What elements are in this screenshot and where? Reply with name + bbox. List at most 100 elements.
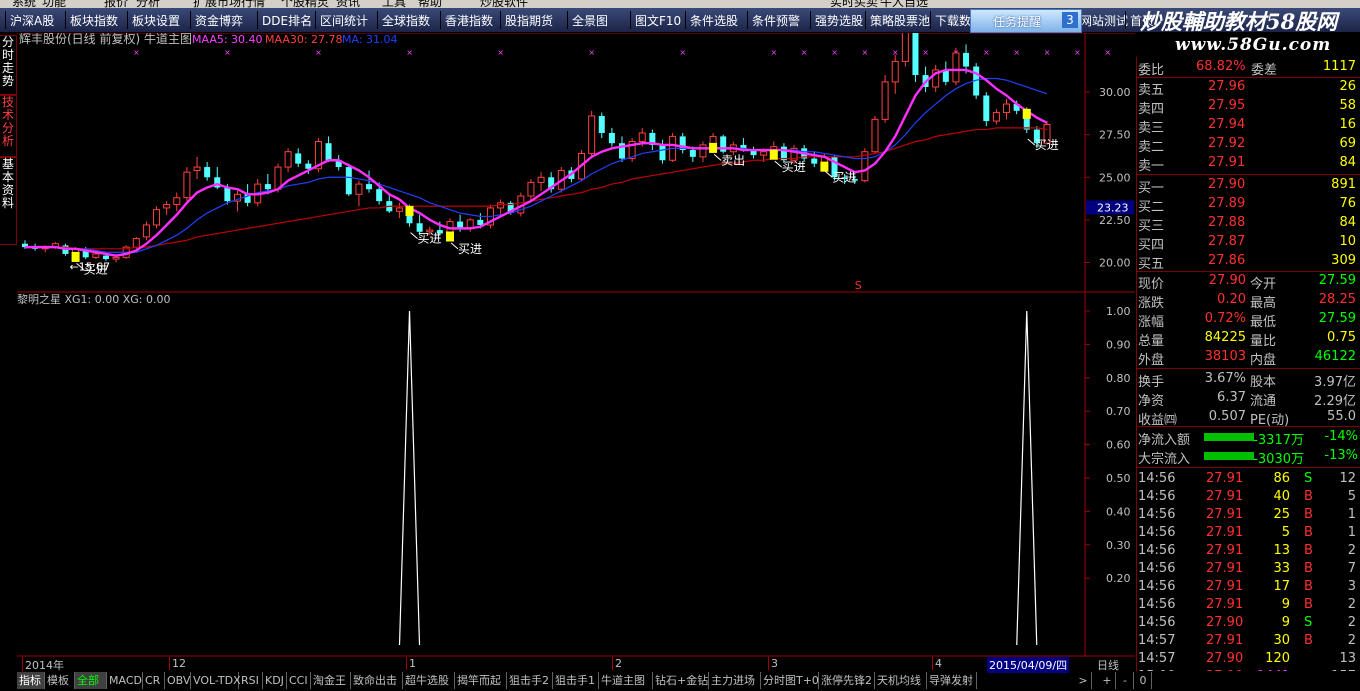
indicator-tab-22[interactable]: 导弹发射	[927, 672, 977, 689]
menu-item-1[interactable]: 功能	[42, 0, 66, 8]
toolbar-button-11[interactable]: 条件选股	[690, 12, 738, 29]
signal-marker	[1022, 108, 1031, 119]
toolbar-separator	[865, 11, 866, 29]
candle-body	[689, 150, 696, 157]
indicator-tab-14[interactable]: 狙击手2	[507, 672, 553, 689]
menu-item-10[interactable]: 实时买卖	[830, 0, 878, 8]
toolbar-button-7[interactable]: 香港指数	[445, 12, 493, 29]
candle-body	[345, 167, 352, 195]
signal-dot: ×	[1104, 48, 1111, 57]
indicator-tab-9[interactable]: CCI	[287, 672, 311, 689]
signal-label: 买进	[1035, 138, 1059, 152]
sell-level-volume: 58	[1339, 98, 1356, 113]
menu-item-3[interactable]: 分析	[136, 0, 160, 8]
tick-price: 27.91	[1206, 489, 1244, 504]
indicator-tab-18[interactable]: 主力进场	[709, 672, 761, 689]
left-tab-0[interactable]: 分时走势	[0, 35, 17, 95]
indicator-tab-11[interactable]: 致命出击	[351, 672, 403, 689]
indicator-tab-8[interactable]: KDJ	[263, 672, 287, 689]
signal-dot: ×	[679, 48, 686, 57]
menu-item-8[interactable]: 帮助	[418, 0, 442, 8]
tick-count: 5	[1347, 489, 1356, 504]
tick-row: 14:56 27.91 40 B 5	[1136, 489, 1360, 507]
left-tab-2[interactable]: 基本资料	[0, 157, 17, 245]
indicator-tab-10[interactable]: 淘金王	[311, 672, 351, 689]
sell-level-volume: 16	[1339, 117, 1356, 132]
weicha-value: 1117	[1322, 59, 1356, 74]
menu-item-11[interactable]: 牛人自选	[880, 0, 928, 8]
tick-time: 14:56	[1138, 471, 1176, 486]
date-axis-label: 2	[612, 657, 622, 670]
left-tab-1[interactable]: 技术分析	[0, 95, 17, 157]
toolbar-button-4[interactable]: DDE排名	[262, 12, 312, 29]
tick-count: 12	[1339, 471, 1356, 486]
toolbar-button-14[interactable]: 策略股票池	[870, 12, 930, 29]
toolbar-separator	[127, 11, 128, 29]
signal-arrow	[410, 232, 418, 240]
signal-label: 买进	[458, 242, 482, 256]
indicator-tab-15[interactable]: 狙击手1	[553, 672, 599, 689]
indicator-tab-21[interactable]: 天机均线	[875, 672, 927, 689]
toolbar-button-10[interactable]: 图文F10	[635, 12, 681, 29]
toolbar-button-13[interactable]: 强势选股	[815, 12, 863, 29]
indicator-tab-3[interactable]: MACD	[107, 672, 143, 689]
period-label[interactable]: 日线	[1097, 657, 1119, 673]
toolbar-button-16[interactable]: 网站测试	[1080, 12, 1128, 29]
stat-row: 净资 6.37 流通 2.29亿	[1136, 390, 1360, 409]
indicator-tab-12[interactable]: 超牛选股	[403, 672, 455, 689]
kline-chart[interactable]: 辉丰股份(日线 前复权) 牛道主图 MAA5: 30.40 MAA30: 27.78…	[17, 33, 1135, 657]
divider	[1136, 271, 1360, 272]
tick-row: 14:56 27.91 25 B 1	[1136, 507, 1360, 525]
menu-item-2[interactable]: 报价	[104, 0, 128, 8]
indicator-tab-20[interactable]: 涨停先锋2	[819, 672, 875, 689]
stat-label: 换手	[1138, 375, 1165, 390]
flow-percent: -14%	[1324, 429, 1358, 444]
menu-item-4[interactable]: 扩展市场行情	[193, 0, 265, 8]
tick-volume: 9	[1281, 597, 1290, 612]
indicator-tab-6[interactable]: VOL-TDX	[191, 672, 241, 689]
indicator-tab-13[interactable]: 揭竿而起	[455, 672, 507, 689]
indicator-tab-4[interactable]: CR	[143, 672, 165, 689]
nav-button-3[interactable]: 0	[1135, 672, 1152, 689]
indicator-tab-0[interactable]: 指标	[17, 672, 45, 689]
toolbar-button-6[interactable]: 全球指数	[382, 12, 430, 29]
signal-dot: ×	[315, 48, 322, 57]
indicator-tab-1[interactable]: 模板	[45, 672, 75, 689]
divider	[1136, 467, 1360, 468]
menu-item-9[interactable]: 炒股软件	[480, 0, 528, 8]
toolbar-button-5[interactable]: 区间统计	[320, 12, 368, 29]
toolbar-button-9[interactable]: 全景图	[572, 12, 608, 29]
nav-button-1[interactable]: +	[1099, 672, 1116, 689]
date-axis-label: 1	[406, 657, 416, 670]
menu-item-0[interactable]: 系统	[12, 0, 36, 8]
menu-item-7[interactable]: 工具	[382, 0, 406, 8]
toolbar-button-1[interactable]: 板块指数	[70, 12, 118, 29]
buy-level-label: 买三	[1138, 219, 1165, 234]
toolbar-button-12[interactable]: 条件预警	[752, 12, 800, 29]
menu-item-5[interactable]: 个股精灵	[281, 0, 329, 8]
indicator-tab-17[interactable]: 钻石+金钻	[653, 672, 709, 689]
price-tick-label: 27.50	[1099, 129, 1131, 142]
indicator-tab-7[interactable]: RSI	[239, 672, 263, 689]
nav-button-2[interactable]: -	[1117, 672, 1134, 689]
toolbar-button-8[interactable]: 股指期货	[505, 12, 553, 29]
tick-side: B	[1304, 633, 1313, 648]
candle-body	[376, 189, 383, 202]
candle-body	[163, 204, 171, 209]
indicator-tab-2[interactable]: 全部	[75, 672, 107, 689]
indicator-tab-16[interactable]: 牛道主图	[599, 672, 653, 689]
toolbar-button-3[interactable]: 资金博弈	[195, 12, 243, 29]
indicator-tab-19[interactable]: 分时图T+0	[761, 672, 819, 689]
chart-title: 辉丰股份(日线 前复权) 牛道主图	[19, 33, 192, 46]
candle-body	[142, 224, 150, 238]
tick-time: 14:56	[1138, 561, 1176, 576]
task-reminder-badge[interactable]: 任务提醒 3	[970, 9, 1082, 33]
indicator-tab-5[interactable]: OBV	[165, 672, 191, 689]
quote-panel: 委比 68.82% 委差 1117 卖五 27.96 26 卖四 27.95 58 卖三 27.94 1…	[1136, 57, 1360, 691]
menu-item-6[interactable]: 资讯	[336, 0, 360, 8]
nav-button-0[interactable]: >	[1075, 672, 1092, 689]
candle-body	[871, 118, 879, 153]
signal-marker	[405, 205, 414, 216]
toolbar-button-2[interactable]: 板块设置	[132, 12, 180, 29]
toolbar-button-0[interactable]: 沪深A股	[10, 12, 54, 29]
